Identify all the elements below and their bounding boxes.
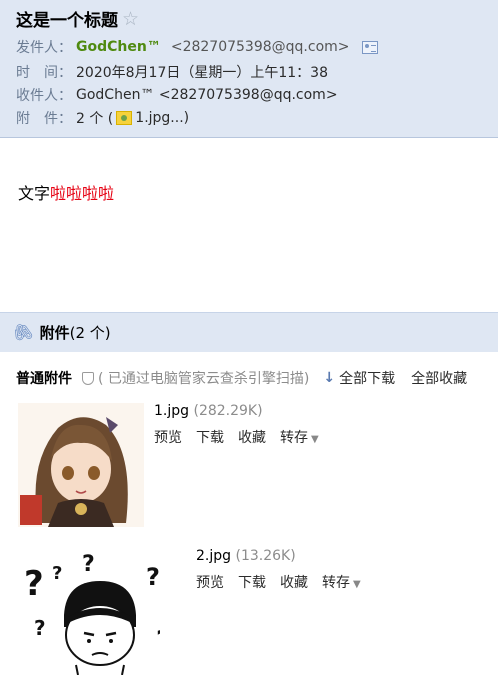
normal-attachments-label: 普通附件 (16, 371, 72, 387)
subject: 这是一个标题 ☆ (16, 6, 139, 32)
from-label: 发件人： (16, 40, 72, 56)
attachment-size-1: (282.29K) (193, 403, 263, 419)
contact-card-icon[interactable] (361, 40, 378, 54)
attachment-row: 附 件： 2 个 ( 1.jpg...) (16, 108, 189, 128)
attachment-name-2[interactable]: 2.jpg (196, 548, 231, 564)
svg-text:?: ? (52, 563, 62, 584)
svg-text:?: ? (146, 563, 160, 591)
image-file-icon (116, 111, 133, 125)
attachment-actions-2: 预览 下载 收藏 转存 ▼ (196, 572, 361, 592)
star-icon[interactable]: ☆ (122, 8, 139, 30)
svg-text:?: ? (156, 626, 160, 656)
attachments-bar: 🖇 附件 (2 个) (0, 312, 498, 352)
download-all-button[interactable]: ↓ 全部下载 (323, 368, 395, 388)
body-text: 文字 (18, 184, 51, 203)
confused-meme-image: ? ? ? ? ? ? (18, 545, 160, 675)
attachment-thumbnail-2[interactable]: ? ? ? ? ? ? (18, 545, 160, 675)
attachment-name-1[interactable]: 1.jpg (154, 403, 189, 419)
transfer-label: 转存 (280, 430, 308, 446)
transfer-label: 转存 (322, 575, 350, 591)
svg-text:?: ? (82, 552, 95, 577)
attachment-thumbnail-1[interactable] (18, 403, 144, 527)
chevron-down-icon: ▼ (311, 434, 319, 445)
mail-body: 文字啦啦啦啦 (18, 180, 114, 204)
sender-address: <2827075398@qq.com> (170, 39, 350, 55)
shield-icon (82, 371, 94, 385)
attachment-info-1: 1.jpg (282.29K) 预览 下载 收藏 转存 ▼ (154, 403, 319, 447)
time-label: 时 间： (16, 65, 72, 81)
transfer-button[interactable]: 转存 ▼ (322, 572, 361, 592)
from-row: 发件人： GodChen™ <2827075398@qq.com> (16, 37, 378, 57)
scan-note-text: ( 已通过电脑管家云查杀引擎扫描) (98, 371, 310, 387)
to-label: 收件人： (16, 88, 72, 104)
download-arrow-icon: ↓ (323, 370, 336, 386)
favorite-all-button[interactable]: 全部收藏 (411, 368, 467, 388)
attachments-title: 附件 (39, 324, 70, 342)
attachments-count: (2 个) (69, 324, 111, 342)
scan-note: ( 已通过电脑管家云查杀引擎扫描) (78, 368, 309, 388)
transfer-button[interactable]: 转存 ▼ (280, 427, 319, 447)
to-row: 收件人： GodChen™ <2827075398@qq.com> (16, 85, 338, 105)
svg-text:?: ? (24, 564, 44, 604)
attachment-info-2: 2.jpg (13.26K) 预览 下载 收藏 转存 ▼ (196, 548, 361, 592)
to-value[interactable]: GodChen™ <2827075398@qq.com> (76, 87, 338, 103)
preview-button[interactable]: 预览 (196, 572, 224, 592)
favorite-button[interactable]: 收藏 (280, 572, 308, 592)
attachment-actions-1: 预览 下载 收藏 转存 ▼ (154, 427, 319, 447)
download-button[interactable]: 下载 (238, 572, 266, 592)
sender-name[interactable]: GodChen™ (76, 39, 161, 55)
attachment-count: 2 个 ( (76, 111, 114, 127)
mail-header: 这是一个标题 ☆ 发件人： GodChen™ <2827075398@qq.co… (0, 0, 498, 138)
time-row: 时 间： 2020年8月17日（星期一）上午11：38 (16, 62, 328, 82)
download-all-label: 全部下载 (339, 371, 396, 387)
preview-button[interactable]: 预览 (154, 427, 182, 447)
anime-girl-image (18, 403, 144, 527)
favorite-button[interactable]: 收藏 (238, 427, 266, 447)
svg-text:?: ? (34, 616, 46, 640)
attachments-toolbar: 普通附件 ( 已通过电脑管家云查杀引擎扫描) ↓ 全部下载 全部收藏 (16, 368, 498, 388)
time-value: 2020年8月17日（星期一）上午11：38 (76, 65, 328, 81)
subject-text: 这是一个标题 (16, 11, 118, 31)
attachment-size-2: (13.26K) (235, 548, 296, 564)
paperclip-icon: 🖇 (9, 319, 37, 346)
attachment-label: 附 件： (16, 111, 72, 127)
body-red-text: 啦啦啦啦 (50, 184, 115, 203)
chevron-down-icon: ▼ (353, 579, 361, 590)
download-button[interactable]: 下载 (196, 427, 224, 447)
attachment-first-link[interactable]: 1.jpg...) (135, 110, 189, 126)
